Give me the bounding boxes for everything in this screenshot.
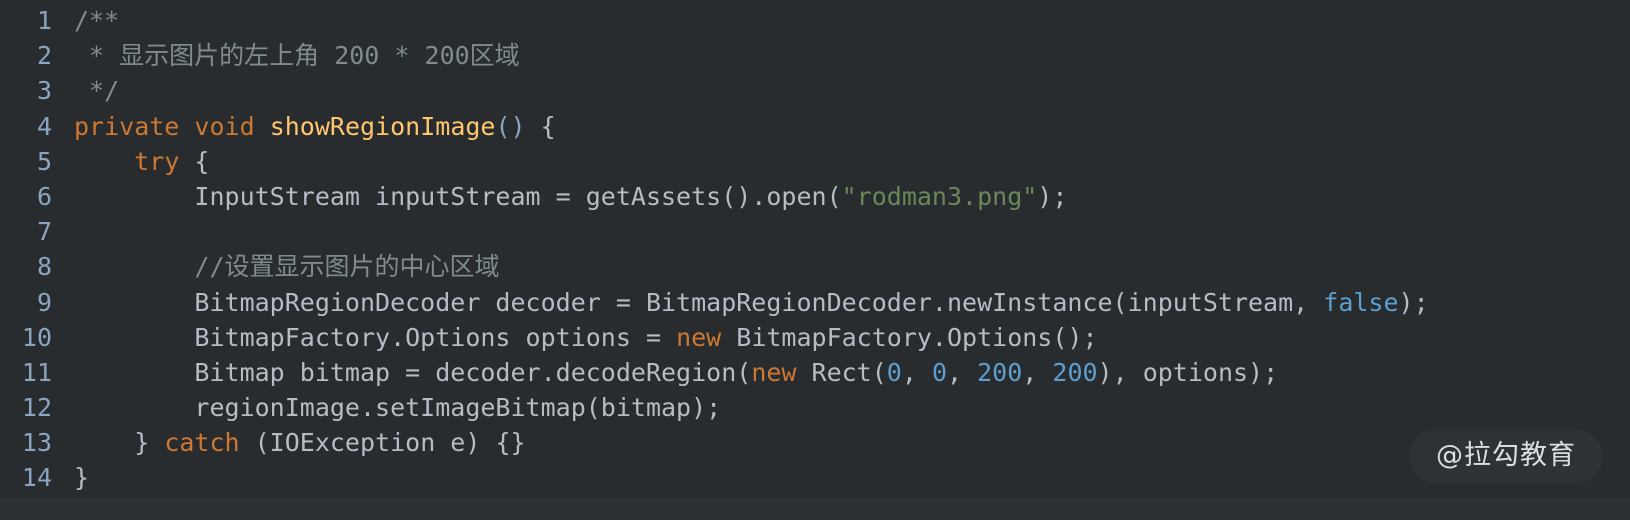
line-content[interactable]: } [52,460,1630,495]
code-token-plain: , [901,357,932,387]
code-token-plain: , [1022,357,1053,387]
line-content[interactable]: //设置显示图片的中心区域 [52,249,1630,284]
line-content[interactable]: regionImage.setImageBitmap(bitmap); [52,390,1630,425]
line-number: 5 [36,146,52,176]
code-token-plain: BitmapRegionDecoder decoder = BitmapRegi… [74,287,1324,317]
code-token-plain: Rect( [796,357,887,387]
line-content[interactable]: * 显示图片的左上角 200 * 200区域 [52,38,1630,73]
code-line[interactable]: 14} [0,460,1630,495]
code-line[interactable]: 3 */ [0,73,1630,108]
code-token-number: 200 [1052,357,1098,387]
code-token-keyword: try [134,146,180,176]
line-number: 1 [36,6,52,35]
code-token-plain: ), options); [1097,357,1279,387]
code-token-plain: { [179,146,210,176]
code-editor: 1/** 2 * 显示图片的左上角 200 * 200区域 3 */4 private… [0,0,1630,520]
line-number: 6 [36,181,52,211]
code-token-plain: , [947,357,978,387]
line-content[interactable]: Bitmap bitmap = decoder.decodeRegion(new… [52,355,1630,390]
code-token-plain: InputStream inputStream = getAssets().op… [74,181,842,211]
code-token-keyword: new [676,322,722,352]
code-line[interactable]: 12 regionImage.setImageBitmap(bitmap); [0,390,1630,425]
code-line[interactable]: 8 //设置显示图片的中心区域 [0,249,1630,284]
code-token-method: showRegionImage [269,111,496,141]
watermark-badge: @拉勾教育 [1410,428,1602,484]
line-content[interactable]: BitmapFactory.Options options = new Bitm… [52,320,1630,355]
code-line[interactable]: 5 try { [0,144,1630,179]
code-token-keyword: catch [164,428,240,458]
code-token-comment: */ [74,76,120,106]
code-token-plain: BitmapFactory.Options(); [721,322,1098,352]
code-token-comment: /** [74,6,120,35]
line-number: 13 [21,428,52,458]
code-token-string: "rodman3.png" [841,181,1038,211]
code-token-keyword: new [751,357,797,387]
code-line[interactable]: 7 [0,214,1630,249]
code-line[interactable]: 9 BitmapRegionDecoder decoder = BitmapRe… [0,285,1630,320]
code-token-plain: Bitmap bitmap = decoder.decodeRegion( [74,357,752,387]
line-content[interactable]: } catch (IOException e) {} [52,425,1630,460]
code-token-plain: } [74,428,165,458]
code-token-comment: //设置显示图片的中心区域 [194,252,500,282]
line-content[interactable]: private void showRegionImage() { [52,109,1630,144]
code-line[interactable]: 1 /** [0,3,1630,38]
line-content[interactable]: BitmapRegionDecoder decoder = BitmapRegi… [52,285,1630,320]
line-number: 4 [36,111,52,141]
line-number: 12 [21,393,52,423]
line-number: 11 [21,357,52,387]
code-token-number: 200 [977,357,1023,387]
line-content[interactable]: try { [52,144,1630,179]
code-token-plain: { [525,111,556,141]
code-token-comment: * 显示图片的左上角 200 * 200区域 [74,41,520,71]
code-line[interactable]: 11 Bitmap bitmap = decoder.decodeRegion(… [0,355,1630,390]
code-token-number: 0 [886,357,902,387]
editor-bottom-bar [0,498,1630,520]
code-token-plain: regionImage.setImageBitmap(bitmap); [74,393,722,423]
line-number: 2 [36,41,52,71]
line-number: 14 [21,463,52,493]
code-token-plain: BitmapFactory.Options options = [74,322,677,352]
line-number: 3 [36,76,52,106]
code-token-keyword: private [74,111,180,141]
code-line[interactable]: 10 BitmapFactory.Options options = new B… [0,320,1630,355]
line-content[interactable]: InputStream inputStream = getAssets().op… [52,179,1630,214]
code-token-plain: ); [1398,287,1429,317]
code-token-plain: (IOException e) {} [239,428,526,458]
line-number: 9 [36,287,52,317]
code-line[interactable]: 4 private void showRegionImage() { [0,109,1630,144]
code-line[interactable]: 13 } catch (IOException e) {} [0,425,1630,460]
code-lines-container[interactable]: 1/** 2 * 显示图片的左上角 200 * 200区域 3 */4 private… [0,0,1630,496]
code-line[interactable]: 6 InputStream inputStream = getAssets().… [0,179,1630,214]
code-line[interactable]: 2 * 显示图片的左上角 200 * 200区域 [0,38,1630,73]
line-number: 8 [36,252,52,282]
code-token-const: false [1323,287,1399,317]
code-token-paren: () [495,111,526,141]
line-number: 7 [36,217,52,247]
code-token-keyword: void [194,111,255,141]
code-token-number: 0 [931,357,948,387]
code-token-plain: } [74,463,90,493]
code-token-plain: ); [1037,181,1068,211]
line-number: 10 [21,322,52,352]
line-content[interactable]: /** [52,3,1630,38]
line-content[interactable]: */ [52,73,1630,108]
